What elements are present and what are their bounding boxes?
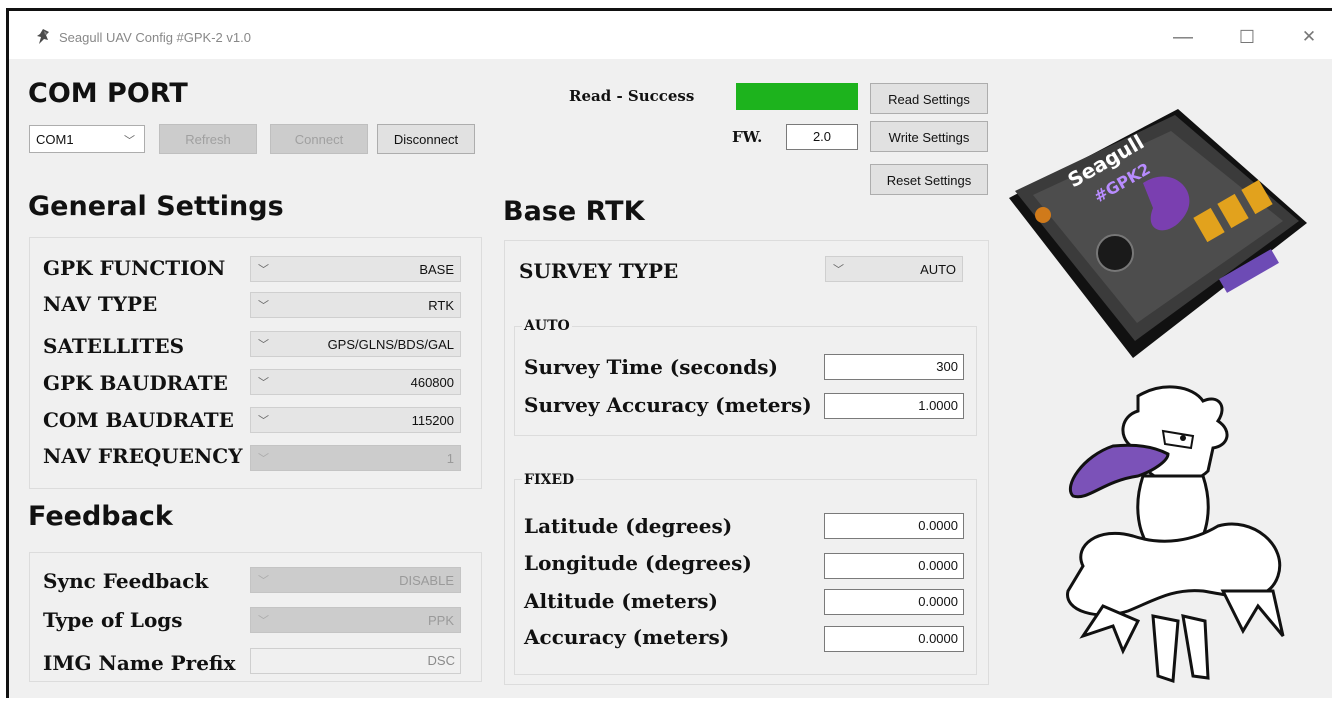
fixed-group-title: FIXED bbox=[522, 472, 577, 488]
chevron-down-icon: ﹀ bbox=[258, 615, 269, 627]
base-rtk-heading: Base RTK bbox=[503, 196, 645, 227]
app-icon bbox=[37, 29, 49, 44]
img-name-prefix-label: IMG Name Prefix bbox=[43, 651, 236, 675]
seagull-mascot-image bbox=[1066, 385, 1285, 684]
gpk-function-value: BASE bbox=[419, 262, 454, 277]
gpk-function-select[interactable]: ﹀ BASE bbox=[250, 256, 461, 282]
fw-label: FW. bbox=[732, 128, 763, 146]
connect-button[interactable]: Connect bbox=[270, 124, 368, 154]
feedback-heading: Feedback bbox=[28, 501, 173, 532]
general-settings-heading: General Settings bbox=[28, 191, 284, 222]
survey-time-label: Survey Time (seconds) bbox=[524, 355, 778, 379]
gpk-baudrate-value: 460800 bbox=[410, 375, 454, 390]
satellites-label: SATELLITES bbox=[43, 334, 185, 358]
longitude-label: Longitude (degrees) bbox=[524, 551, 752, 575]
maximize-button[interactable]: ☐ bbox=[1227, 23, 1267, 51]
status-indicator bbox=[736, 83, 858, 110]
altitude-field[interactable]: 0.0000 bbox=[824, 589, 964, 615]
satellites-value: GPS/GLNS/BDS/GAL bbox=[327, 337, 454, 352]
gpk-baudrate-select[interactable]: ﹀ 460800 bbox=[250, 369, 461, 395]
sync-feedback-label: Sync Feedback bbox=[43, 569, 209, 593]
survey-type-label: SURVEY TYPE bbox=[519, 259, 679, 283]
chevron-down-icon: ﹀ bbox=[124, 135, 135, 147]
com-baudrate-select[interactable]: ﹀ 115200 bbox=[250, 407, 461, 433]
nav-type-select[interactable]: ﹀ RTK bbox=[250, 292, 461, 318]
chevron-down-icon: ﹀ bbox=[258, 264, 269, 276]
gpk2-device-image: Seagull #GPK2 bbox=[1009, 109, 1307, 358]
com-port-heading: COM PORT bbox=[28, 78, 188, 109]
satellites-select[interactable]: ﹀ GPS/GLNS/BDS/GAL bbox=[250, 331, 461, 357]
longitude-field[interactable]: 0.0000 bbox=[824, 553, 964, 579]
auto-group-title: AUTO bbox=[522, 318, 572, 334]
altitude-label: Altitude (meters) bbox=[524, 589, 718, 613]
sync-feedback-select[interactable]: ﹀ DISABLE bbox=[250, 567, 461, 593]
survey-time-field[interactable]: 300 bbox=[824, 354, 964, 380]
chevron-down-icon: ﹀ bbox=[258, 453, 269, 465]
refresh-button[interactable]: Refresh bbox=[159, 124, 257, 154]
survey-accuracy-label: Survey Accuracy (meters) bbox=[524, 393, 812, 417]
chevron-down-icon: ﹀ bbox=[833, 264, 844, 276]
nav-frequency-select[interactable]: ﹀ 1 bbox=[250, 445, 461, 471]
accuracy-label: Accuracy (meters) bbox=[524, 625, 730, 649]
survey-type-value: AUTO bbox=[920, 262, 956, 277]
com-baudrate-value: 115200 bbox=[411, 413, 454, 428]
auto-group bbox=[514, 326, 977, 436]
com-baudrate-label: COM BAUDRATE bbox=[43, 408, 234, 432]
type-of-logs-value: PPK bbox=[427, 613, 454, 628]
minimize-button[interactable]: — bbox=[1163, 23, 1203, 51]
survey-accuracy-field[interactable]: 1.0000 bbox=[824, 393, 964, 419]
gpk-baudrate-label: GPK BAUDRATE bbox=[43, 371, 228, 395]
chevron-down-icon: ﹀ bbox=[258, 377, 269, 389]
disconnect-button[interactable]: Disconnect bbox=[377, 124, 475, 154]
com-port-value: COM1 bbox=[36, 132, 74, 147]
gpk-function-label: GPK FUNCTION bbox=[43, 256, 226, 280]
chevron-down-icon: ﹀ bbox=[258, 575, 269, 587]
reset-settings-button[interactable]: Reset Settings bbox=[870, 164, 988, 195]
nav-type-label: NAV TYPE bbox=[43, 292, 158, 316]
sync-feedback-value: DISABLE bbox=[399, 573, 454, 588]
close-button[interactable]: ✕ bbox=[1289, 23, 1329, 51]
accuracy-field[interactable]: 0.0000 bbox=[824, 626, 964, 652]
chevron-down-icon: ﹀ bbox=[258, 339, 269, 351]
read-status-label: Read - Success bbox=[569, 87, 695, 105]
chevron-down-icon: ﹀ bbox=[258, 415, 269, 427]
window-title: Seagull UAV Config #GPK-2 v1.0 bbox=[59, 30, 251, 45]
fw-version-field: 2.0 bbox=[786, 124, 858, 150]
latitude-label: Latitude (degrees) bbox=[524, 514, 733, 538]
survey-type-select[interactable]: ﹀ AUTO bbox=[825, 256, 963, 282]
nav-frequency-label: NAV FREQUENCY bbox=[43, 444, 243, 468]
latitude-field[interactable]: 0.0000 bbox=[824, 513, 964, 539]
type-of-logs-select[interactable]: ﹀ PPK bbox=[250, 607, 461, 633]
img-name-prefix-field[interactable]: DSC bbox=[250, 648, 461, 674]
write-settings-button[interactable]: Write Settings bbox=[870, 121, 988, 152]
app-window: Seagull UAV Config #GPK-2 v1.0 — ☐ ✕ COM… bbox=[6, 8, 1332, 698]
type-of-logs-label: Type of Logs bbox=[43, 608, 183, 632]
com-port-select[interactable]: COM1 ﹀ bbox=[29, 125, 145, 153]
read-settings-button[interactable]: Read Settings bbox=[870, 83, 988, 114]
chevron-down-icon: ﹀ bbox=[258, 300, 269, 312]
nav-type-value: RTK bbox=[428, 298, 454, 313]
nav-frequency-value: 1 bbox=[446, 451, 454, 466]
title-bar: Seagull UAV Config #GPK-2 v1.0 — ☐ ✕ bbox=[9, 11, 1332, 59]
